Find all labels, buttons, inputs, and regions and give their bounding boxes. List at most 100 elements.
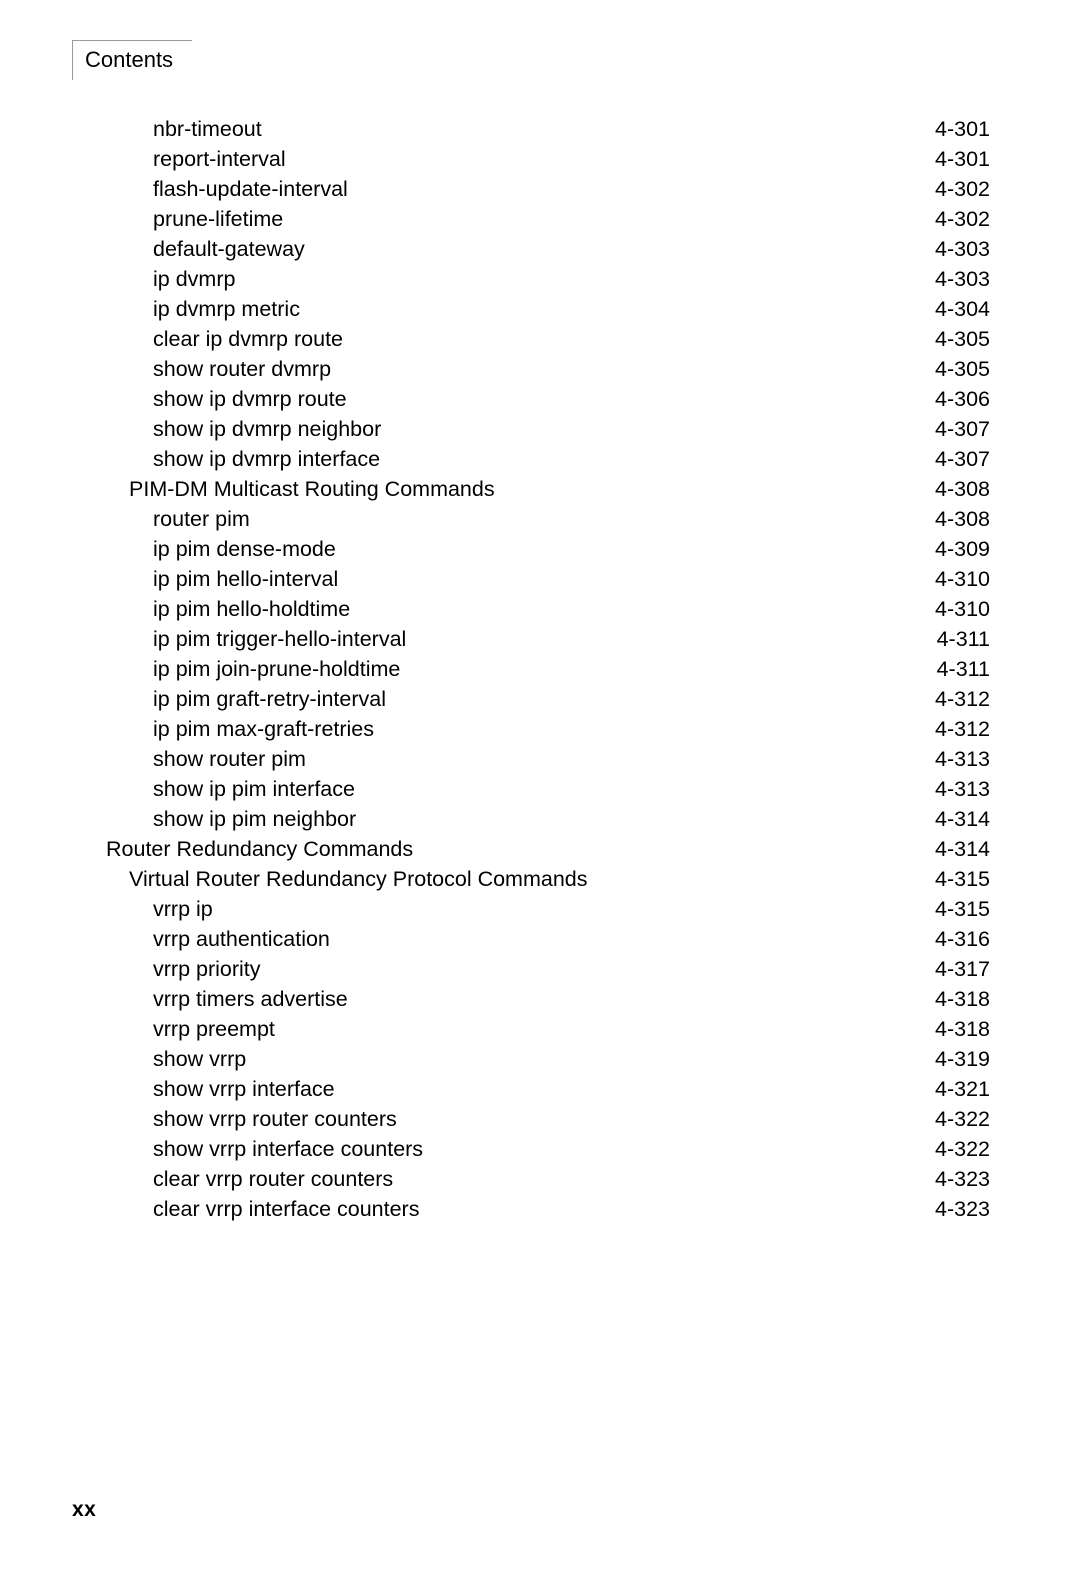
- running-header-title: Contents: [85, 47, 174, 72]
- toc-entry-page-number: 4-308: [935, 477, 990, 501]
- toc-entry-label: show vrrp interface: [153, 1077, 335, 1101]
- toc-entry-label: vrrp timers advertise: [153, 987, 348, 1011]
- toc-entry-page-number: 4-305: [935, 327, 990, 351]
- toc-entry-label: clear vrrp router counters: [153, 1167, 394, 1191]
- toc-entry-page-number: 4-310: [935, 597, 990, 621]
- toc-entry[interactable]: show ip dvmrp neighbor 4-307: [0, 414, 1080, 444]
- toc-entry[interactable]: vrrp ip 4-315: [0, 894, 1080, 924]
- toc-entry-page-number: 4-306: [935, 387, 990, 411]
- toc-entry[interactable]: router pim 4-308: [0, 504, 1080, 534]
- toc-entry[interactable]: clear vrrp router counters 4-323: [0, 1164, 1080, 1194]
- toc-entry-page-number: 4-318: [935, 987, 990, 1011]
- toc-entry-page-number: 4-322: [935, 1107, 990, 1131]
- toc-entry[interactable]: vrrp preempt 4-318: [0, 1014, 1080, 1044]
- toc-entry-page-number: 4-314: [935, 807, 990, 831]
- toc-entry[interactable]: PIM-DM Multicast Routing Commands 4-308: [0, 474, 1080, 504]
- toc-entry-page-number: 4-304: [935, 297, 990, 321]
- toc-entry[interactable]: ip pim trigger-hello-interval 4-311: [0, 624, 1080, 654]
- toc-entry-label: show router dvmrp: [153, 357, 332, 381]
- toc-entry[interactable]: clear ip dvmrp route 4-305: [0, 324, 1080, 354]
- toc-entry-label: report-interval: [153, 147, 286, 171]
- toc-entry[interactable]: vrrp timers advertise 4-318: [0, 984, 1080, 1014]
- toc-entry[interactable]: clear vrrp interface counters 4-323: [0, 1194, 1080, 1224]
- toc-entry[interactable]: prune-lifetime 4-302: [0, 204, 1080, 234]
- toc-entry[interactable]: ip dvmrp 4-303: [0, 264, 1080, 294]
- toc-entry-page-number: 4-314: [935, 837, 990, 861]
- toc-entry[interactable]: ip pim hello-holdtime 4-310: [0, 594, 1080, 624]
- toc-entry[interactable]: ip pim dense-mode 4-309: [0, 534, 1080, 564]
- toc-entry-label: show ip dvmrp neighbor: [153, 417, 382, 441]
- toc-entry[interactable]: nbr-timeout 4-301: [0, 114, 1080, 144]
- toc-entry[interactable]: Router Redundancy Commands 4-314: [0, 834, 1080, 864]
- toc-entry-page-number: 4-315: [935, 897, 990, 921]
- toc-entry-label: ip pim trigger-hello-interval: [153, 627, 407, 651]
- toc-entry-page-number: 4-313: [935, 777, 990, 801]
- toc-entry-label: PIM-DM Multicast Routing Commands: [129, 477, 495, 501]
- toc-entry-page-number: 4-323: [935, 1167, 990, 1191]
- toc-entry-page-number: 4-323: [935, 1197, 990, 1221]
- toc-entry-page-number: 4-302: [935, 207, 990, 231]
- toc-entry-page-number: 4-311: [936, 657, 990, 681]
- toc-entry[interactable]: ip dvmrp metric 4-304: [0, 294, 1080, 324]
- toc-entry-label: show ip pim neighbor: [153, 807, 357, 831]
- toc-entry-label: nbr-timeout: [153, 117, 262, 141]
- toc-entry[interactable]: flash-update-interval 4-302: [0, 174, 1080, 204]
- toc-entry-label: ip dvmrp: [153, 267, 236, 291]
- toc-entry-page-number: 4-307: [935, 417, 990, 441]
- toc-entry-label: ip pim graft-retry-interval: [153, 687, 386, 711]
- toc-entry-label: prune-lifetime: [153, 207, 284, 231]
- toc-entry[interactable]: vrrp authentication 4-316: [0, 924, 1080, 954]
- toc-entry-page-number: 4-318: [935, 1017, 990, 1041]
- page-number-footer: xx: [72, 1498, 97, 1521]
- toc-entry[interactable]: ip pim max-graft-retries 4-312: [0, 714, 1080, 744]
- toc-entry[interactable]: Virtual Router Redundancy Protocol Comma…: [0, 864, 1080, 894]
- toc-entry-label: vrrp priority: [153, 957, 261, 981]
- toc-entry-label: clear ip dvmrp route: [153, 327, 343, 351]
- toc-entry-page-number: 4-303: [935, 237, 990, 261]
- toc-entry-page-number: 4-307: [935, 447, 990, 471]
- toc-entry[interactable]: show vrrp 4-319: [0, 1044, 1080, 1074]
- toc-entry-label: ip pim hello-interval: [153, 567, 339, 591]
- toc-entry-label: show ip dvmrp route: [153, 387, 347, 411]
- toc-entry[interactable]: report-interval 4-301: [0, 144, 1080, 174]
- toc-entry[interactable]: show ip dvmrp route 4-306: [0, 384, 1080, 414]
- toc-entry[interactable]: ip pim hello-interval 4-310: [0, 564, 1080, 594]
- toc-entry-label: clear vrrp interface counters: [153, 1197, 420, 1221]
- toc-entry[interactable]: show ip dvmrp interface 4-307: [0, 444, 1080, 474]
- toc-entry-label: vrrp ip: [153, 897, 213, 921]
- toc-entry-label: vrrp authentication: [153, 927, 330, 951]
- toc-entry-page-number: 4-319: [935, 1047, 990, 1071]
- toc-entry-label: ip pim max-graft-retries: [153, 717, 375, 741]
- toc-entry-label: show ip dvmrp interface: [153, 447, 381, 471]
- toc-entry-page-number: 4-321: [935, 1077, 990, 1101]
- toc-entry[interactable]: show vrrp router counters 4-322: [0, 1104, 1080, 1134]
- toc-entry-label: ip pim hello-holdtime: [153, 597, 351, 621]
- toc-entry[interactable]: show router pim 4-313: [0, 744, 1080, 774]
- toc-entry-label: flash-update-interval: [153, 177, 348, 201]
- toc-entry[interactable]: show ip pim neighbor 4-314: [0, 804, 1080, 834]
- toc-entry[interactable]: show vrrp interface counters 4-322: [0, 1134, 1080, 1164]
- toc-entry[interactable]: show router dvmrp 4-305: [0, 354, 1080, 384]
- toc-entry-label: ip dvmrp metric: [153, 297, 300, 321]
- toc-entry-label: show vrrp interface counters: [153, 1137, 424, 1161]
- toc-entry-page-number: 4-313: [935, 747, 990, 771]
- toc-entry-page-number: 4-315: [935, 867, 990, 891]
- toc-entry[interactable]: default-gateway 4-303: [0, 234, 1080, 264]
- toc-entry-label: Virtual Router Redundancy Protocol Comma…: [129, 867, 588, 891]
- toc-entry[interactable]: ip pim graft-retry-interval 4-312: [0, 684, 1080, 714]
- toc-entry[interactable]: vrrp priority 4-317: [0, 954, 1080, 984]
- toc-entry-page-number: 4-301: [935, 117, 990, 141]
- toc-entry-page-number: 4-308: [935, 507, 990, 531]
- toc-entry[interactable]: show ip pim interface 4-313: [0, 774, 1080, 804]
- toc-entry[interactable]: ip pim join-prune-holdtime 4-311: [0, 654, 1080, 684]
- toc-entry-page-number: 4-303: [935, 267, 990, 291]
- toc-entry-page-number: 4-305: [935, 357, 990, 381]
- toc-entry[interactable]: show vrrp interface 4-321: [0, 1074, 1080, 1104]
- toc-entry-page-number: 4-301: [935, 147, 990, 171]
- toc-entry-page-number: 4-309: [935, 537, 990, 561]
- toc-entry-page-number: 4-316: [935, 927, 990, 951]
- toc-entry-page-number: 4-311: [936, 627, 990, 651]
- toc-entry-label: vrrp preempt: [153, 1017, 275, 1041]
- toc-entry-label: show router pim: [153, 747, 306, 771]
- toc-entry-page-number: 4-317: [935, 957, 990, 981]
